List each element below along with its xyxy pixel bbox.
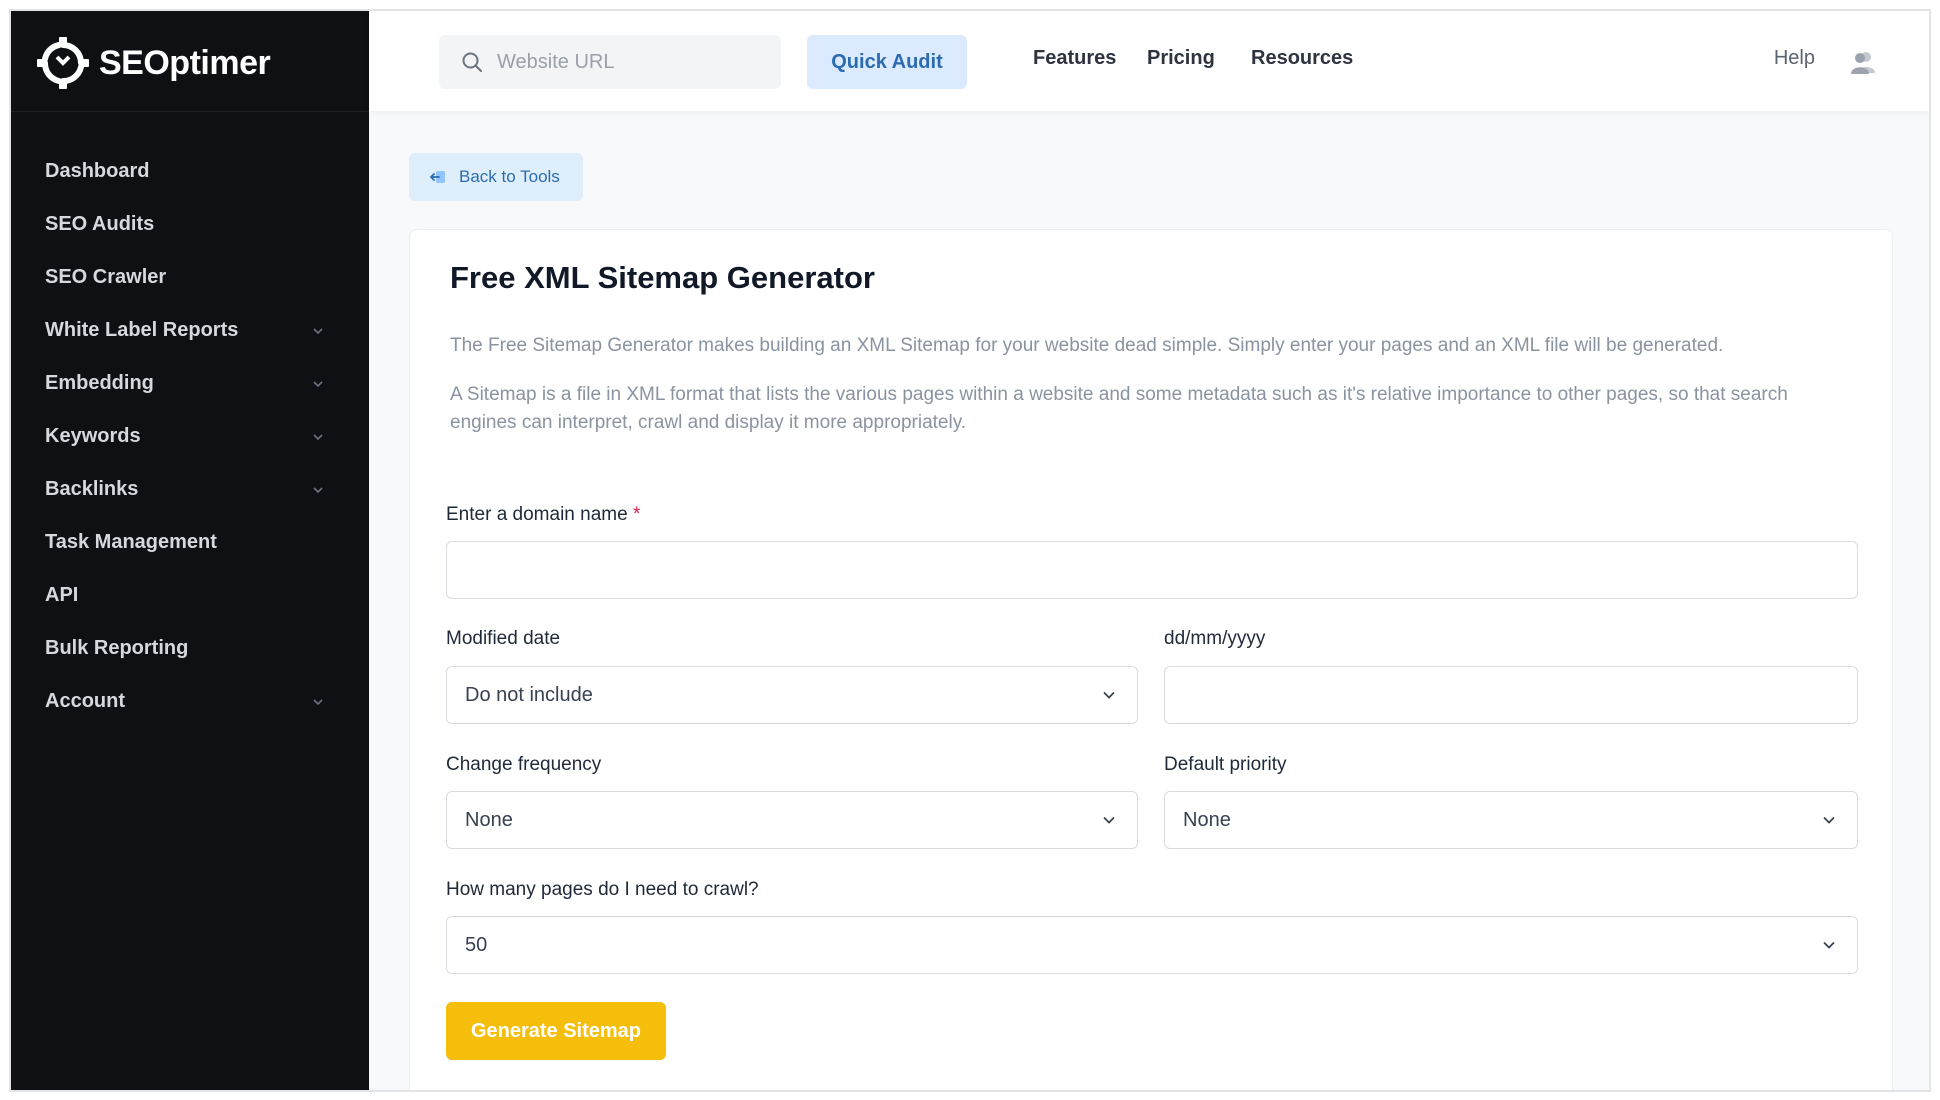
chevron-down-icon [313, 327, 323, 334]
modified-date-select[interactable]: Do not include [446, 666, 1138, 724]
chevron-down-icon [1103, 691, 1115, 699]
domain-name-label: Enter a domain name * [446, 504, 640, 526]
sidebar-item-label: Backlinks [45, 478, 139, 500]
default-priority-select[interactable]: None [1164, 791, 1858, 849]
nav-pricing-link[interactable]: Pricing [1147, 47, 1215, 70]
date-input[interactable] [1164, 666, 1858, 724]
sidebar-item-label: Keywords [45, 425, 141, 447]
app-window: SEOptimer Dashboard SEO Audits SEO Crawl… [9, 9, 1931, 1092]
sidebar-item-label: Embedding [45, 372, 154, 394]
sidebar-item-label: Dashboard [45, 160, 150, 182]
change-frequency-select[interactable]: None [446, 791, 1138, 849]
brand-name: SEOptimer [99, 43, 271, 82]
pages-to-crawl-label: How many pages do I need to crawl? [446, 879, 759, 900]
default-priority-value: None [1183, 808, 1231, 831]
sidebar-item-seo-crawler[interactable]: SEO Crawler [11, 251, 369, 304]
sidebar-item-bulk-reporting[interactable]: Bulk Reporting [11, 622, 369, 675]
sidebar-item-api[interactable]: API [11, 569, 369, 622]
search-icon [462, 52, 482, 72]
sidebar-item-label: Task Management [45, 531, 217, 553]
default-priority-label: Default priority [1164, 754, 1287, 775]
required-asterisk: * [632, 504, 641, 525]
back-arrow-icon [430, 171, 445, 183]
description-intro: The Free Sitemap Generator makes buildin… [450, 335, 1724, 356]
sidebar-item-seo-audits[interactable]: SEO Audits [11, 198, 369, 251]
user-account-icon[interactable] [1849, 49, 1877, 75]
sidebar-item-label: SEO Crawler [45, 266, 167, 288]
website-url-search[interactable] [439, 35, 781, 89]
domain-name-label-text: Enter a domain name [446, 504, 628, 525]
sidebar-item-keywords[interactable]: Keywords [11, 410, 369, 463]
sitemap-generator-card: Free XML Sitemap Generator The Free Site… [409, 229, 1893, 1090]
sidebar: SEOptimer Dashboard SEO Audits SEO Crawl… [11, 11, 369, 1090]
pages-to-crawl-select[interactable]: 50 [446, 916, 1858, 974]
modified-date-value: Do not include [465, 683, 593, 706]
back-to-tools-label: Back to Tools [459, 167, 560, 186]
chevron-down-icon [313, 433, 323, 440]
nav-features-link[interactable]: Features [1033, 47, 1116, 70]
pages-to-crawl-value: 50 [465, 933, 488, 956]
page-title: Free XML Sitemap Generator [450, 260, 875, 295]
website-url-input[interactable] [497, 50, 757, 74]
top-bar: Quick Audit Features Pricing Resources H… [369, 11, 1929, 111]
sidebar-item-label: Account [45, 690, 125, 712]
sidebar-item-label: White Label Reports [45, 319, 239, 341]
sidebar-item-task-management[interactable]: Task Management [11, 516, 369, 569]
sidebar-nav: Dashboard SEO Audits SEO Crawler White L… [11, 145, 369, 728]
sidebar-item-embedding[interactable]: Embedding [11, 357, 369, 410]
nav-resources-link[interactable]: Resources [1251, 47, 1353, 70]
sidebar-item-label: SEO Audits [45, 213, 155, 235]
chevron-down-icon [1823, 941, 1835, 949]
modified-date-label: Modified date [446, 628, 561, 649]
sidebar-divider [11, 111, 369, 112]
chevron-down-icon [313, 380, 323, 387]
date-format-label: dd/mm/yyyy [1164, 628, 1266, 649]
quick-audit-button[interactable]: Quick Audit [807, 35, 967, 89]
gear-logo-icon [37, 37, 89, 89]
change-frequency-value: None [465, 808, 513, 831]
chevron-down-icon [1103, 816, 1115, 824]
sidebar-item-label: API [45, 584, 79, 606]
chevron-down-icon [313, 486, 323, 493]
generate-sitemap-button[interactable]: Generate Sitemap [446, 1002, 666, 1060]
chevron-down-icon [1823, 816, 1835, 824]
back-to-tools-button[interactable]: Back to Tools [409, 153, 583, 201]
sidebar-item-dashboard[interactable]: Dashboard [11, 145, 369, 198]
domain-name-input[interactable] [446, 541, 1858, 599]
brand-logo[interactable]: SEOptimer [37, 33, 271, 93]
description-sitemap: A Sitemap is a file in XML format that l… [450, 384, 1788, 433]
sidebar-item-white-label-reports[interactable]: White Label Reports [11, 304, 369, 357]
change-frequency-label: Change frequency [446, 754, 602, 775]
sidebar-item-backlinks[interactable]: Backlinks [11, 463, 369, 516]
help-link[interactable]: Help [1774, 47, 1815, 70]
sidebar-item-label: Bulk Reporting [45, 637, 189, 659]
chevron-down-icon [313, 698, 323, 705]
sidebar-item-account[interactable]: Account [11, 675, 369, 728]
